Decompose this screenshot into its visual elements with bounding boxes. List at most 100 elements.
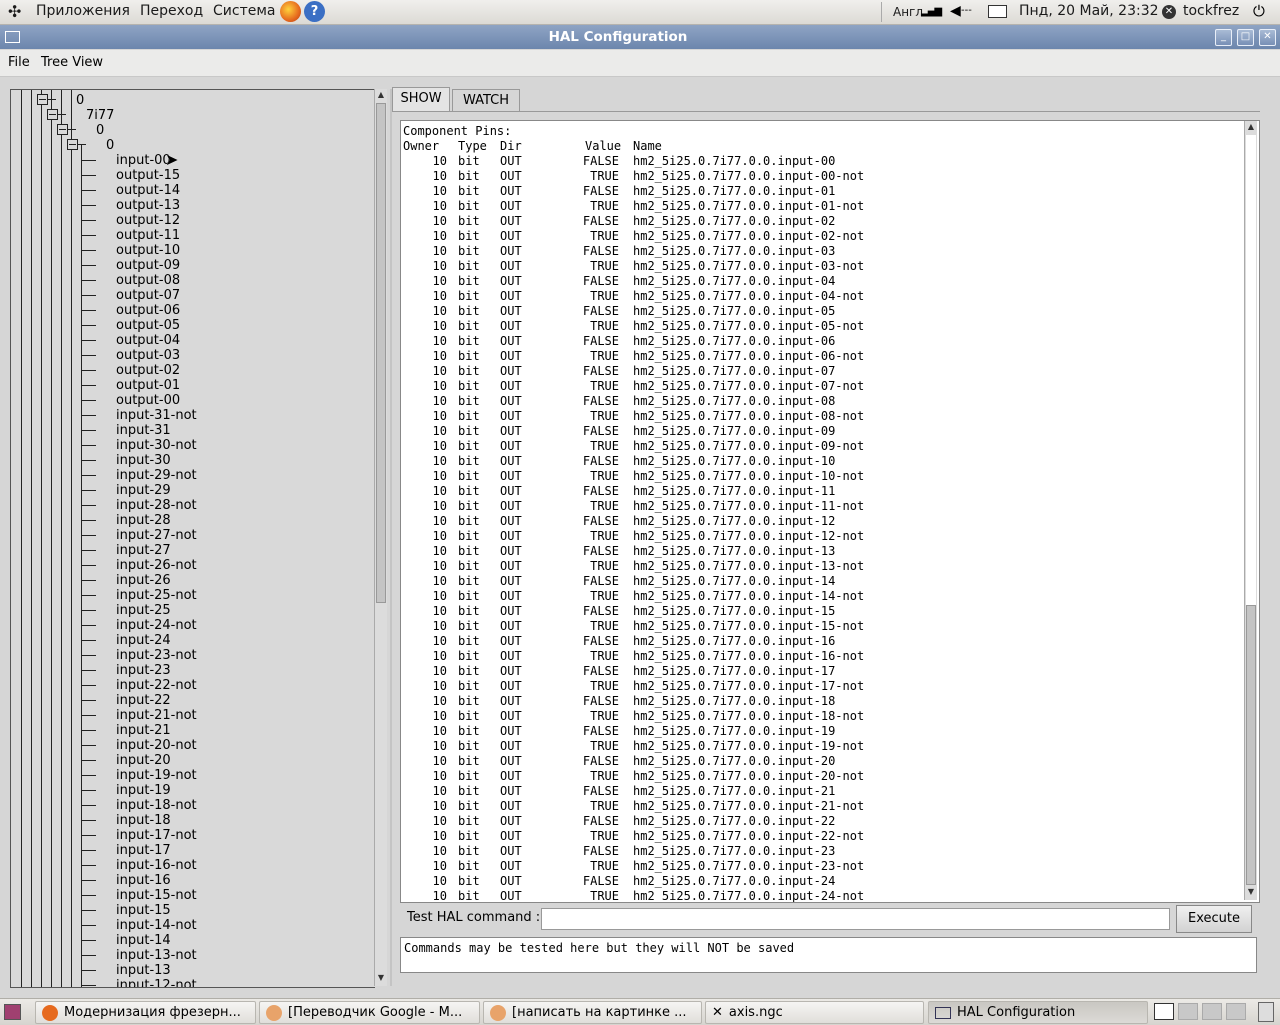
tree-item[interactable]: output-03 xyxy=(116,348,180,363)
tree-node-sub[interactable]: 0 xyxy=(96,123,104,138)
menu-file[interactable]: File xyxy=(8,55,30,70)
user-name[interactable]: tockfrez xyxy=(1183,3,1239,19)
scroll-down-arrow-icon[interactable]: ▼ xyxy=(1246,887,1256,897)
tree-item[interactable]: input-19 xyxy=(116,783,171,798)
tree-item[interactable]: input-23 xyxy=(116,663,171,678)
task-hal-configuration[interactable]: HAL Configuration xyxy=(928,1001,1148,1024)
tree-item[interactable]: output-00 xyxy=(116,393,180,408)
tree-item[interactable]: input-31 xyxy=(116,423,171,438)
tree-item[interactable]: input-26 xyxy=(116,573,171,588)
tree-item[interactable]: input-18 xyxy=(116,813,171,828)
window-titlebar[interactable]: HAL Configuration _ □ ✕ xyxy=(0,25,1280,49)
tab-show[interactable]: SHOW xyxy=(392,87,450,112)
tree-item[interactable]: output-04 xyxy=(116,333,180,348)
workspace-3-icon[interactable] xyxy=(1202,1003,1222,1020)
tree-item[interactable]: input-16 xyxy=(116,873,171,888)
show-scroll-thumb[interactable] xyxy=(1246,605,1256,885)
workspace-2-icon[interactable] xyxy=(1178,1003,1198,1020)
tree-item[interactable]: input-25-not xyxy=(116,588,197,603)
tree-item[interactable]: output-12 xyxy=(116,213,180,228)
tree-item[interactable]: output-15 xyxy=(116,168,180,183)
pane-splitter[interactable] xyxy=(390,89,392,986)
trash-icon[interactable] xyxy=(1258,1002,1274,1022)
tree-item[interactable]: input-28 xyxy=(116,513,171,528)
tree-item[interactable]: output-09 xyxy=(116,258,180,273)
tree-item[interactable]: input-00 xyxy=(116,153,171,168)
scroll-down-arrow-icon[interactable]: ▼ xyxy=(376,973,386,983)
tree-item[interactable]: input-15-not xyxy=(116,888,197,903)
tree-item[interactable]: output-02 xyxy=(116,363,180,378)
tree-item[interactable]: input-13-not xyxy=(116,948,197,963)
tree-item[interactable]: input-14-not xyxy=(116,918,197,933)
close-button[interactable]: ✕ xyxy=(1259,29,1276,46)
show-text-view[interactable]: Component Pins: Owner Type Dir Value Nam… xyxy=(400,120,1260,903)
tree-item[interactable]: input-12-not xyxy=(116,978,197,987)
tree-item[interactable]: input-14 xyxy=(116,933,171,948)
scroll-up-arrow-icon[interactable]: ▲ xyxy=(1246,122,1256,132)
workspace-1-icon[interactable] xyxy=(1154,1003,1174,1020)
tree-item[interactable]: input-15 xyxy=(116,903,171,918)
tree-item[interactable]: output-07 xyxy=(116,288,180,303)
tree-item[interactable]: input-23-not xyxy=(116,648,197,663)
tree-item[interactable]: input-31-not xyxy=(116,408,197,423)
tree-item[interactable]: input-28-not xyxy=(116,498,197,513)
network-signal-icon[interactable]: ▂▄▆ xyxy=(921,6,942,17)
tree-item[interactable]: input-26-not xyxy=(116,558,197,573)
applications-menu[interactable]: Приложения xyxy=(36,3,130,19)
gnome-foot-icon[interactable]: ✣ xyxy=(8,2,21,21)
tree-item[interactable]: input-19-not xyxy=(116,768,197,783)
power-icon[interactable]: ⏻ xyxy=(1253,2,1265,20)
tree-item[interactable]: input-27-not xyxy=(116,528,197,543)
tree-scroll-thumb[interactable] xyxy=(376,103,386,603)
minimize-button[interactable]: _ xyxy=(1215,29,1232,46)
clock[interactable]: Пнд, 20 Май, 23:32 xyxy=(1019,3,1159,19)
execute-button[interactable]: Execute xyxy=(1176,905,1252,933)
task-firefox-3[interactable]: [написать на картинке ... xyxy=(483,1001,702,1024)
tree-item[interactable]: input-24 xyxy=(116,633,171,648)
tree-item[interactable]: input-21 xyxy=(116,723,171,738)
volume-muted-icon[interactable]: ◀ xyxy=(950,3,961,19)
tab-watch[interactable]: WATCH xyxy=(452,89,520,112)
task-firefox-2[interactable]: [Переводчик Google - М... xyxy=(259,1001,480,1024)
tree-item[interactable]: output-08 xyxy=(116,273,180,288)
tree-item[interactable]: output-01 xyxy=(116,378,180,393)
hal-tree-view[interactable]: 0 7i77 0 0 input-00 output-15 output-14 out… xyxy=(10,89,375,988)
system-menu[interactable]: Система xyxy=(213,3,275,19)
tree-item[interactable]: output-06 xyxy=(116,303,180,318)
tree-node-subsub[interactable]: 0 xyxy=(106,138,114,153)
mail-icon[interactable] xyxy=(988,5,1007,18)
tree-item[interactable]: output-14 xyxy=(116,183,180,198)
tree-item[interactable]: input-21-not xyxy=(116,708,197,723)
tree-item[interactable]: input-29 xyxy=(116,483,171,498)
tree-item[interactable]: input-27 xyxy=(116,543,171,558)
tree-item[interactable]: input-20 xyxy=(116,753,171,768)
tree-node-root[interactable]: 0 xyxy=(76,93,84,108)
tree-item[interactable]: input-18-not xyxy=(116,798,197,813)
tree-item[interactable]: input-16-not xyxy=(116,858,197,873)
tree-node-7i77[interactable]: 7i77 xyxy=(86,108,114,123)
hal-command-input[interactable] xyxy=(541,908,1170,930)
tree-item[interactable]: input-29-not xyxy=(116,468,197,483)
tree-item[interactable]: input-22-not xyxy=(116,678,197,693)
tree-item[interactable]: output-10 xyxy=(116,243,180,258)
tree-item[interactable]: input-24-not xyxy=(116,618,197,633)
tree-item[interactable]: input-30-not xyxy=(116,438,197,453)
user-status-icon[interactable]: ✕ xyxy=(1162,5,1176,19)
tree-item[interactable]: output-13 xyxy=(116,198,180,213)
tree-item[interactable]: input-25 xyxy=(116,603,171,618)
workspace-4-icon[interactable] xyxy=(1226,1003,1246,1020)
show-scrollbar[interactable]: ▲ ▼ xyxy=(1244,121,1257,900)
firefox-launcher-icon[interactable] xyxy=(280,1,301,22)
tree-scrollbar[interactable]: ▲ ▼ xyxy=(374,89,387,986)
keyboard-layout[interactable]: Англ xyxy=(893,5,923,19)
tree-item[interactable]: input-17-not xyxy=(116,828,197,843)
menu-tree-view[interactable]: Tree View xyxy=(41,55,103,70)
task-firefox-1[interactable]: Модернизация фрезерн... xyxy=(35,1001,256,1024)
show-desktop-icon[interactable] xyxy=(4,1004,21,1020)
help-launcher-icon[interactable]: ? xyxy=(304,1,325,22)
places-menu[interactable]: Переход xyxy=(140,3,203,19)
tree-item[interactable]: output-05 xyxy=(116,318,180,333)
tree-item[interactable]: input-13 xyxy=(116,963,171,978)
tree-item[interactable]: input-30 xyxy=(116,453,171,468)
tree-item[interactable]: output-11 xyxy=(116,228,180,243)
